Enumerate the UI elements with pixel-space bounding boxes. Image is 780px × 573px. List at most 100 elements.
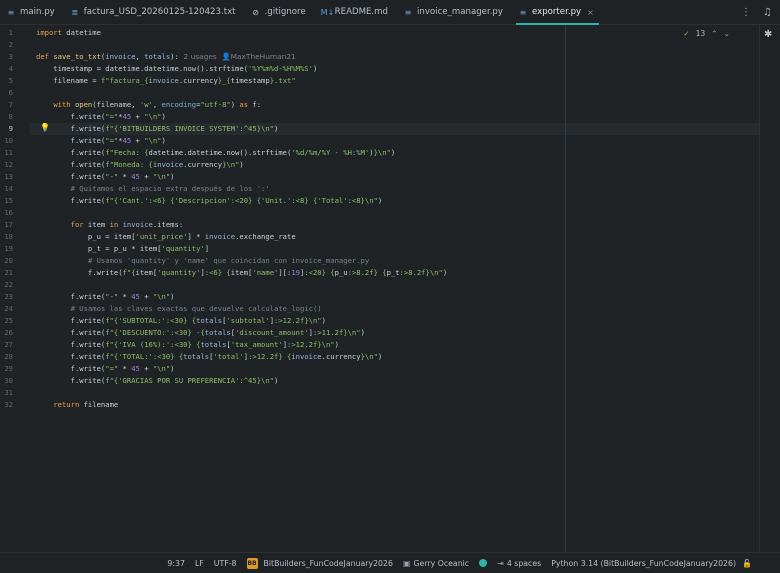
lock-icon[interactable]: 🔓 <box>742 559 752 568</box>
code-line[interactable]: f.write(f"{'BITBUILDERS INVOICE SYSTEM':… <box>36 123 279 135</box>
line-number[interactable]: 3 <box>0 51 13 63</box>
code-line[interactable]: # Usamos las claves exactas que devuelve… <box>36 303 322 315</box>
line-number[interactable]: 29 <box>0 363 13 375</box>
code-line[interactable]: f.write(f"Fecha: {datetime.datetime.now(… <box>36 147 396 159</box>
right-margin-guide <box>565 25 566 552</box>
code-line[interactable]: f.write(f"Moneda: {invoice.currency}\n") <box>36 159 244 171</box>
tab-actions: ⋮ ♫ <box>741 0 780 24</box>
line-number[interactable]: 14 <box>0 183 13 195</box>
line-number[interactable]: 1 <box>0 27 13 39</box>
file-encoding[interactable]: UTF-8 <box>214 559 237 568</box>
code-line[interactable]: p_t = p_u * item['quantity'] <box>36 243 209 255</box>
line-number[interactable]: 28 <box>0 351 13 363</box>
code-line[interactable]: timestamp = datetime.datetime.now().strf… <box>36 63 317 75</box>
python-file-icon: ≡ <box>7 7 15 17</box>
line-number[interactable]: 15 <box>0 195 13 207</box>
ai-assistant-icon[interactable]: ✱ <box>764 29 772 40</box>
code-line[interactable]: f.write(f"{item['quantity']:<6} {item['n… <box>36 267 447 279</box>
line-number[interactable]: 7 <box>0 99 13 111</box>
tab-factura-usd-20260125-120423-txt[interactable]: ≣ factura_USD_20260125-120423.txt <box>64 0 245 24</box>
code-line[interactable]: import datetime <box>36 27 101 39</box>
vcs-status[interactable] <box>479 559 488 567</box>
line-number[interactable]: 20 <box>0 255 13 267</box>
line-number[interactable]: 21 <box>0 267 13 279</box>
gitignore-icon: ⊘ <box>252 7 259 17</box>
line-number[interactable]: 17 <box>0 219 13 231</box>
project-badge: BB <box>246 557 258 569</box>
usage-hint[interactable]: 2 usages 👤MaxTheHuman21 <box>179 52 296 61</box>
project-widget[interactable]: BB BitBuilders_FunCodeJanuary2026 <box>246 557 393 569</box>
line-number[interactable]: 2 <box>0 39 13 51</box>
line-number[interactable]: 4 <box>0 63 13 75</box>
code-line[interactable]: f.write("-" * 45 + "\n") <box>36 291 175 303</box>
line-number[interactable]: 12 <box>0 159 13 171</box>
indent-setting: 4 spaces <box>506 558 542 568</box>
code-line[interactable]: f.write(f"{'Cant.':<6} {'Descripcion':<2… <box>36 195 383 207</box>
right-tool-strip: ✱ <box>759 25 780 552</box>
line-number[interactable]: 8 <box>0 111 13 123</box>
code-line[interactable]: f.write(f"{'DESCUENTO:':<30} -{totals['d… <box>36 327 365 339</box>
line-number[interactable]: 25 <box>0 315 13 327</box>
line-number[interactable]: 10 <box>0 135 13 147</box>
line-number[interactable]: 22 <box>0 279 13 291</box>
more-tabs-icon[interactable]: ⋮ <box>741 7 751 18</box>
close-tab-icon[interactable]: × <box>587 8 594 17</box>
code-line[interactable]: f.write(f"{'GRACIAS POR SU PREFERENCIA':… <box>36 375 279 387</box>
line-number[interactable]: 6 <box>0 87 13 99</box>
line-number[interactable]: 31 <box>0 387 13 399</box>
code-line[interactable]: f.write(f"{'SUBTOTAL:':<30} {totals['sub… <box>36 315 326 327</box>
tab-label: main.py <box>20 7 55 17</box>
line-number[interactable]: 11 <box>0 147 13 159</box>
line-number[interactable]: 26 <box>0 327 13 339</box>
tab-main-py[interactable]: ≡ main.py <box>0 0 64 24</box>
tab-readme-md[interactable]: M↓ README.md <box>315 0 397 24</box>
code-line[interactable]: f.write("="*45 + "\n") <box>36 111 166 123</box>
line-number[interactable]: 5 <box>0 75 13 87</box>
line-separator[interactable]: LF <box>195 559 204 568</box>
line-number[interactable]: 16 <box>0 207 13 219</box>
code-line[interactable]: for item in invoice.items: <box>36 219 184 231</box>
chevron-up-icon[interactable]: ⌃ <box>711 29 717 38</box>
project-name: BitBuilders_FunCodeJanuary2026 <box>263 558 393 568</box>
line-number[interactable]: 13 <box>0 171 13 183</box>
interpreter-widget[interactable]: Python 3.14 (BitBuilders_FunCodeJanuary2… <box>551 559 736 568</box>
theme-name: Gerry Oceanic <box>413 558 470 568</box>
code-line[interactable]: filename = f"factura_{invoice.currency}_… <box>36 75 295 87</box>
python-file-icon: ≡ <box>404 7 412 17</box>
code-line[interactable]: return filename <box>36 399 118 411</box>
code-line[interactable]: f.write("=" * 45 + "\n") <box>36 363 175 375</box>
line-number[interactable]: 18 <box>0 231 13 243</box>
chevron-down-icon[interactable]: ⌄ <box>724 29 730 38</box>
line-number[interactable]: 19 <box>0 243 13 255</box>
cursor-position[interactable]: 9:37 <box>167 559 185 568</box>
usages-count[interactable]: 2 usages <box>184 52 217 61</box>
indent-widget[interactable]: ⇥ 4 spaces <box>497 559 541 568</box>
status-dot-icon <box>479 559 488 567</box>
code-line[interactable]: def save_to_txt(invoice, totals): 2 usag… <box>36 51 296 63</box>
code-line[interactable]: f.write("="*45 + "\n") <box>36 135 166 147</box>
code-line[interactable]: f.write(f"{'TOTAL:':<30} {totals['total'… <box>36 351 383 363</box>
code-line[interactable]: # Quitamos el espacio extra después de l… <box>36 183 270 195</box>
code-editor[interactable]: ✓ 13 ⌃ ⌄ 💡 1 2 3 4 5 6 7 8 9 10 11 12 13 14 15 16 17 18 19… <box>0 25 760 552</box>
check-icon: ✓ <box>683 29 690 38</box>
line-number[interactable]: 27 <box>0 339 13 351</box>
palette-icon: ▣ <box>402 558 411 568</box>
bell-icon[interactable]: ♫ <box>763 7 772 18</box>
markdown-icon: M↓ <box>320 7 335 17</box>
line-number[interactable]: 32 <box>0 399 13 411</box>
inspection-count: 13 <box>695 29 706 38</box>
tab-exporter-py[interactable]: ≡ exporter.py × <box>512 0 603 25</box>
code-line[interactable]: f.write(f"{'IVA (16%):':<30} {totals['ta… <box>36 339 339 351</box>
line-number[interactable]: 30 <box>0 375 13 387</box>
line-number[interactable]: 24 <box>0 303 13 315</box>
code-line[interactable]: f.write("-" * 45 + "\n") <box>36 171 175 183</box>
theme-widget[interactable]: ▣ Gerry Oceanic <box>403 559 469 568</box>
line-number[interactable]: 9 <box>0 123 13 135</box>
tab--gitignore[interactable]: ⊘ .gitignore <box>245 0 315 24</box>
code-line[interactable]: p_u = item['unit_price'] * invoice.excha… <box>36 231 296 243</box>
inspection-widget[interactable]: ✓ 13 ⌃ ⌄ <box>683 29 730 38</box>
tab-invoice-manager-py[interactable]: ≡ invoice_manager.py <box>397 0 512 24</box>
line-number[interactable]: 23 <box>0 291 13 303</box>
code-line[interactable]: with open(filename, 'w', encoding="utf-8… <box>36 99 261 111</box>
code-line[interactable]: # Usamos 'quantity' y 'name' que coincid… <box>36 255 369 267</box>
